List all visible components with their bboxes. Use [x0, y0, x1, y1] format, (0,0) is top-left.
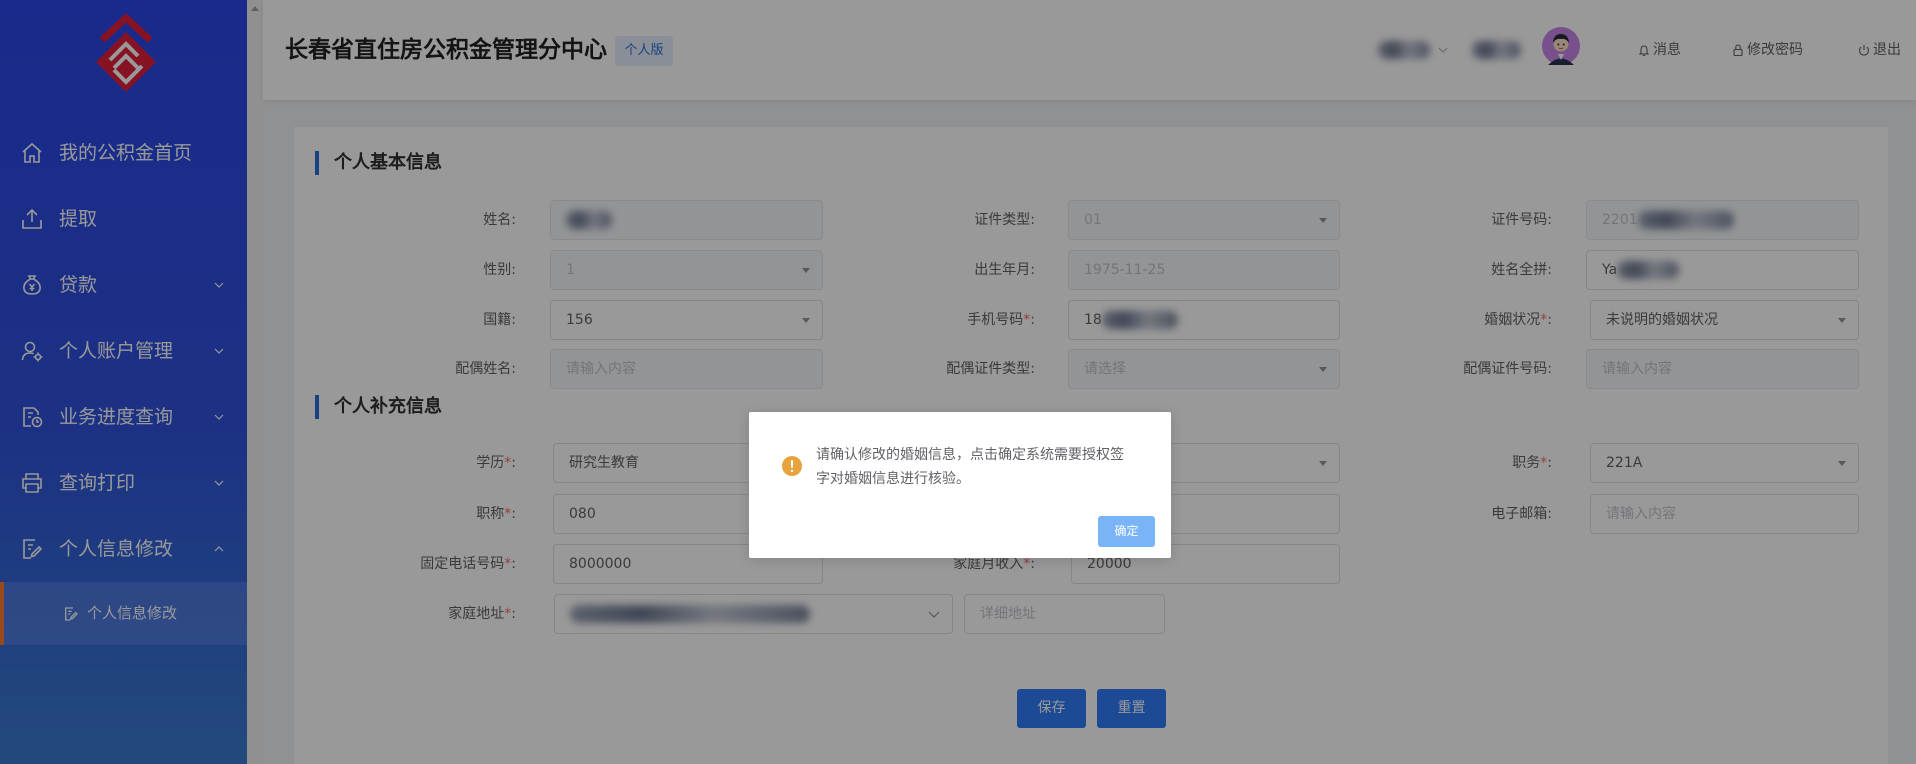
confirm-dialog: 请确认修改的婚姻信息，点击确定系统需要授权签字对婚姻信息进行核验。 确定	[749, 412, 1171, 558]
warning-icon	[782, 456, 802, 476]
confirm-button[interactable]: 确定	[1098, 516, 1155, 547]
dialog-message: 请确认修改的婚姻信息，点击确定系统需要授权签字对婚姻信息进行核验。	[816, 447, 1124, 487]
modal-overlay	[0, 0, 1916, 764]
